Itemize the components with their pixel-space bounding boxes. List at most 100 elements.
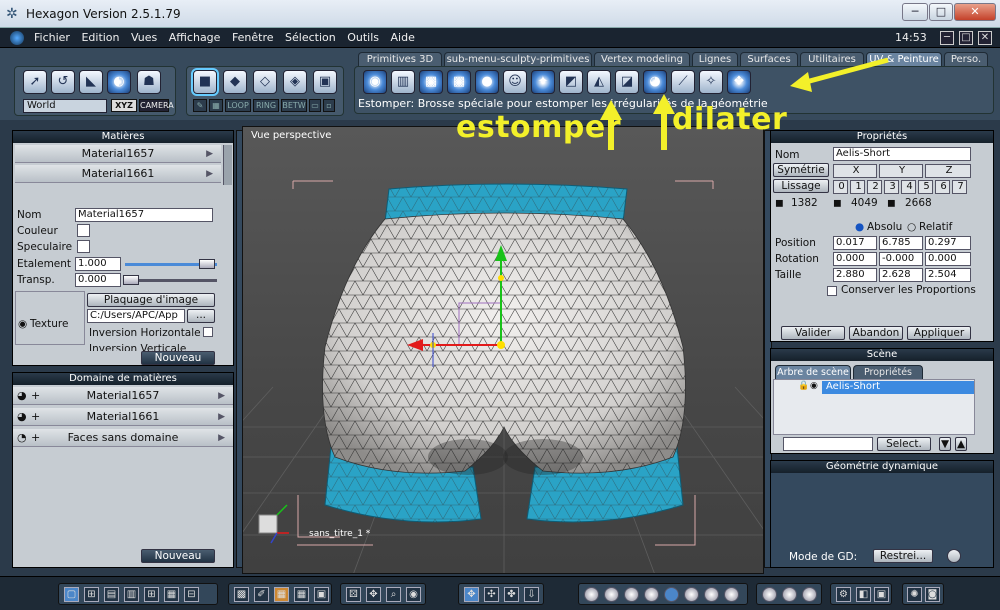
axis-z-button[interactable]: Z — [925, 164, 971, 178]
shrink-icon[interactable]: ▫ — [323, 99, 335, 112]
domain-item[interactable]: ◔ + Faces sans domaine ▶ — [13, 429, 233, 447]
rotation-y[interactable]: -0.000 — [879, 252, 923, 266]
arrow-down-icon[interactable]: ▼ — [939, 437, 951, 451]
lock-icon[interactable]: 🔒 — [798, 381, 809, 391]
spread-field[interactable]: 1.000 — [75, 257, 121, 271]
move-icon[interactable]: ◣ — [79, 70, 103, 94]
axis-x-button[interactable]: X — [833, 164, 877, 178]
select-button[interactable]: Select. — [877, 437, 931, 451]
flip-horizontal-checkbox[interactable] — [203, 327, 213, 337]
tab-utilitaires[interactable]: Utilitaires — [800, 52, 864, 66]
add-icon[interactable]: + — [31, 429, 40, 447]
transp-field[interactable]: 0.000 — [75, 273, 121, 287]
domain-item[interactable]: ◕ + Material1661 ▶ — [13, 408, 233, 426]
layout-six-icon[interactable]: ▦ — [164, 587, 179, 602]
nav-dice-icon[interactable]: ⚄ — [346, 587, 361, 602]
color-sphere-icon[interactable]: ● — [475, 70, 499, 94]
app-maximize-button[interactable]: □ — [959, 31, 973, 45]
layout-grid-icon[interactable]: ⊟ — [184, 587, 199, 602]
rotate-icon[interactable]: ◐ — [107, 70, 131, 94]
tools-icon[interactable]: ✐ — [254, 587, 269, 602]
head-icon[interactable]: ☺ — [503, 70, 527, 94]
shade-flat-icon[interactable] — [624, 587, 639, 602]
layout-three-icon[interactable]: ▥ — [124, 587, 139, 602]
face-mode-icon[interactable]: ◆ — [223, 70, 247, 94]
layout-single-icon[interactable]: ▢ — [64, 587, 79, 602]
tab-vertex-modeling[interactable]: Vertex modeling — [594, 52, 690, 66]
coord-system-select[interactable]: World — [23, 99, 107, 113]
validate-button[interactable]: Valider — [781, 326, 845, 340]
apply-button[interactable]: Appliquer — [907, 326, 971, 340]
smooth-level-0[interactable]: 0 — [833, 180, 848, 194]
material-item[interactable]: Material1657 ▶ — [15, 145, 221, 163]
size-x[interactable]: 2.880 — [833, 268, 877, 282]
camera-snapshot-icon[interactable]: ◙ — [925, 587, 940, 602]
tab-surfaces[interactable]: Surfaces — [740, 52, 798, 66]
between-button[interactable]: BETW — [281, 99, 307, 112]
gd-ball-icon[interactable] — [947, 549, 961, 563]
smooth-level-5[interactable]: 5 — [918, 180, 933, 194]
ghost-icon[interactable]: ☗ — [137, 70, 161, 94]
material-item[interactable]: Material1661 ▶ — [15, 165, 221, 183]
object-mode-icon[interactable]: ■ — [191, 68, 219, 96]
eye-icon[interactable]: ◉ — [810, 381, 818, 391]
checker-cube-icon[interactable]: ▩ — [419, 70, 443, 94]
menu-vues[interactable]: Vues — [127, 28, 161, 48]
flatten-brush-icon[interactable]: ◩ — [559, 70, 583, 94]
texture-path-field[interactable]: C:/Users/APC/App — [87, 309, 185, 323]
rotation-z[interactable]: 0.000 — [925, 252, 971, 266]
grab-brush-icon[interactable]: ✧ — [699, 70, 723, 94]
texture-mode-select[interactable]: Plaquage d'image — [87, 293, 215, 307]
pan-icon[interactable]: ✥ — [366, 587, 381, 602]
eye-icon[interactable]: ◉ — [18, 318, 27, 330]
shade-grid-icon[interactable] — [604, 587, 619, 602]
gd-mode-select[interactable]: Restrei... — [873, 549, 933, 563]
app-minimize-button[interactable]: ─ — [940, 31, 954, 45]
size-y[interactable]: 2.628 — [879, 268, 923, 282]
tab-scene-properties[interactable]: Propriétés — [853, 365, 923, 379]
menu-fichier[interactable]: Fichier — [30, 28, 74, 48]
zoom-icon[interactable]: ⌕ — [386, 587, 401, 602]
auto-mode-icon[interactable]: ▣ — [313, 70, 337, 94]
pencil-icon[interactable]: ✎ — [193, 99, 207, 112]
tab-scene-tree[interactable]: Arbre de scène — [775, 365, 851, 379]
axis-y-button[interactable]: Y — [879, 164, 923, 178]
grow-icon[interactable]: ▭ — [309, 99, 321, 112]
fix-brush-icon[interactable]: ❖ — [727, 70, 751, 94]
cancel-button[interactable]: Abandon — [849, 326, 903, 340]
position-y[interactable]: 6.785 — [879, 236, 923, 250]
crease-brush-icon[interactable]: ⟋ — [671, 70, 695, 94]
ruler-icon[interactable]: ▩ — [234, 587, 249, 602]
shade-smooth-wire-icon[interactable] — [664, 587, 679, 602]
tab-uv-peinture[interactable]: UV & Peinture — [866, 52, 942, 66]
perspective-viewport[interactable]: Vue perspective sans_titre_1 * — [242, 126, 764, 574]
app-close-button[interactable]: ✕ — [978, 31, 992, 45]
tab-perso[interactable]: Perso. — [944, 52, 988, 66]
checker-box-icon[interactable]: ▩ — [447, 70, 471, 94]
menu-edition[interactable]: Edition — [77, 28, 123, 48]
menu-outils[interactable]: Outils — [343, 28, 383, 48]
new-domain-button[interactable]: Nouveau — [141, 549, 215, 563]
window-maximize-button[interactable]: □ — [929, 3, 953, 21]
color-grid-icon[interactable]: ▦ — [274, 587, 289, 602]
loop-button[interactable]: LOOP — [225, 99, 251, 112]
uv-grid-icon[interactable]: ▦ — [294, 587, 309, 602]
domain-item[interactable]: ◕ + Material1657 ▶ — [13, 387, 233, 405]
pivot-icon[interactable]: ✤ — [504, 587, 519, 602]
light-icon[interactable] — [762, 587, 777, 602]
smooth-level-4[interactable]: 4 — [901, 180, 916, 194]
shadow-icon[interactable] — [802, 587, 817, 602]
new-material-button[interactable]: Nouveau — [141, 351, 215, 365]
color-swatch[interactable] — [77, 224, 90, 237]
layout-split-icon[interactable]: ▤ — [104, 587, 119, 602]
layout-quad-icon[interactable]: ⊞ — [84, 587, 99, 602]
brush-icon[interactable]: ▦ — [209, 99, 223, 112]
shade-final-icon[interactable] — [724, 587, 739, 602]
lasso-icon[interactable]: ↺ — [51, 70, 75, 94]
transp-slider-knob[interactable] — [123, 275, 139, 285]
render-settings-icon[interactable]: ⚙ — [836, 587, 851, 602]
position-x[interactable]: 0.017 — [833, 236, 877, 250]
snap-icon[interactable]: ✣ — [484, 587, 499, 602]
object-name-field[interactable]: Aelis-Short — [833, 147, 971, 161]
rotation-x[interactable]: 0.000 — [833, 252, 877, 266]
